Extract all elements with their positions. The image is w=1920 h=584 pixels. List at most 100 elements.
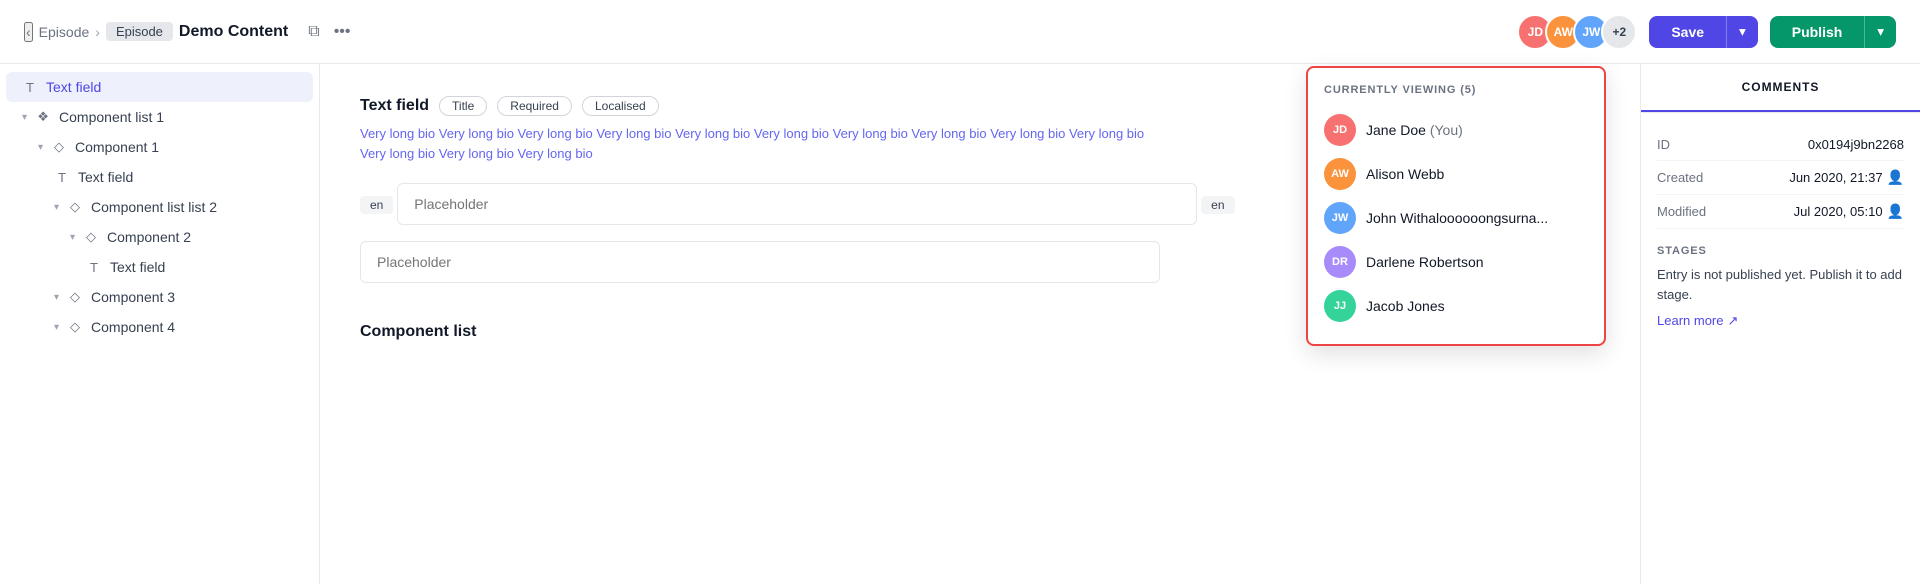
- info-label-created: Created: [1657, 170, 1703, 185]
- publish-button[interactable]: Publish: [1770, 16, 1865, 48]
- info-value-id: 0x0194j9bn2268: [1808, 137, 1904, 152]
- viewing-item-3: JW John Withaloooooongsurna...: [1324, 196, 1588, 240]
- right-panel-content: ID 0x0194j9bn2268 Created Jun 2020, 21:3…: [1641, 113, 1920, 361]
- person-icon-created: 👤: [1887, 169, 1904, 186]
- viewing-avatar-2: AW: [1324, 158, 1356, 190]
- avatars-group: JD AW JW +2: [1517, 14, 1637, 50]
- component-list-icon: ❖: [35, 109, 51, 125]
- breadcrumb-current: Demo Content: [179, 23, 288, 41]
- text-input-2[interactable]: [360, 241, 1160, 283]
- sidebar-label-component-list-list-2: Component list list 2: [91, 199, 217, 215]
- viewing-avatar-4: DR: [1324, 246, 1356, 278]
- sidebar-item-component-4[interactable]: ▾ ◇ Component 4: [6, 312, 313, 342]
- sidebar-item-text-field-2[interactable]: T Text field: [6, 252, 313, 282]
- external-link-icon: ↗: [1727, 313, 1738, 329]
- breadcrumb-episode: Episode: [39, 24, 90, 40]
- right-panel-tabs: COMMENTS: [1641, 64, 1920, 113]
- viewing-name-1: Jane Doe (You): [1366, 122, 1463, 138]
- sidebar-item-component-2[interactable]: ▾ ◇ Component 2: [6, 222, 313, 252]
- viewing-name-5: Jacob Jones: [1366, 298, 1445, 314]
- breadcrumb-tag[interactable]: Episode: [106, 22, 173, 41]
- badge-localised: Localised: [582, 96, 659, 116]
- sidebar-label-component-3: Component 3: [91, 289, 175, 305]
- breadcrumb: ‹ Episode › Episode Demo Content: [24, 22, 288, 42]
- info-label-id: ID: [1657, 137, 1670, 152]
- sidebar-label-component-list-1: Component list 1: [59, 109, 164, 125]
- field-title: Text field: [360, 97, 429, 115]
- component-4-icon: ◇: [67, 319, 83, 335]
- chevron-icon-5: ▾: [54, 292, 59, 303]
- info-value-modified: Jul 2020, 05:10 👤: [1794, 203, 1904, 220]
- info-row-created: Created Jun 2020, 21:37 👤: [1657, 161, 1904, 195]
- viewing-item-5: JJ Jacob Jones: [1324, 284, 1588, 328]
- copy-button[interactable]: ⧉: [306, 21, 321, 43]
- badge-required: Required: [497, 96, 572, 116]
- sidebar-item-component-list-1[interactable]: ▾ ❖ Component list 1: [6, 102, 313, 132]
- save-button[interactable]: Save: [1649, 16, 1726, 48]
- sidebar: T Text field ▾ ❖ Component list 1 ▾ ◇ Co…: [0, 64, 320, 584]
- sidebar-item-component-list-list-2[interactable]: ▾ ◇ Component list list 2: [6, 192, 313, 222]
- info-row-id: ID 0x0194j9bn2268: [1657, 129, 1904, 161]
- viewing-name-2: Alison Webb: [1366, 166, 1444, 182]
- avatar-count[interactable]: +2: [1601, 14, 1637, 50]
- info-row-modified: Modified Jul 2020, 05:10 👤: [1657, 195, 1904, 229]
- chevron-icon: ▾: [22, 112, 27, 123]
- sidebar-item-text-field-1[interactable]: T Text field: [6, 162, 313, 192]
- back-button[interactable]: ‹: [24, 22, 33, 42]
- text-icon-2: T: [86, 260, 102, 275]
- publish-button-group: Publish ▾: [1770, 16, 1896, 48]
- header-right: JD AW JW +2 CURRENTLY VIEWING (5) JD Jan…: [1517, 14, 1896, 50]
- save-dropdown-button[interactable]: ▾: [1726, 16, 1758, 48]
- viewing-item-2: AW Alison Webb: [1324, 152, 1588, 196]
- header-left: ‹ Episode › Episode Demo Content ⧉ •••: [24, 21, 353, 43]
- viewing-avatar-3: JW: [1324, 202, 1356, 234]
- more-button[interactable]: •••: [332, 21, 353, 43]
- info-label-modified: Modified: [1657, 204, 1706, 219]
- viewing-title: CURRENTLY VIEWING (5): [1324, 84, 1588, 96]
- field-description: Very long bio Very long bio Very long bi…: [360, 124, 1160, 163]
- save-button-group: Save ▾: [1649, 16, 1757, 48]
- lang-tag-2: en: [1201, 196, 1234, 214]
- person-icon-modified: 👤: [1887, 203, 1904, 220]
- chevron-icon-2: ▾: [38, 142, 43, 153]
- viewing-dropdown: CURRENTLY VIEWING (5) JD Jane Doe (You) …: [1306, 66, 1606, 346]
- component-1-icon: ◇: [51, 139, 67, 155]
- chevron-icon-3: ▾: [54, 202, 59, 213]
- sidebar-label-component-4: Component 4: [91, 319, 175, 335]
- viewing-name-4: Darlene Robertson: [1366, 254, 1484, 270]
- chevron-icon-6: ▾: [54, 322, 59, 333]
- sidebar-label-component-1: Component 1: [75, 139, 159, 155]
- stages-text: Entry is not published yet. Publish it t…: [1657, 265, 1904, 304]
- header: ‹ Episode › Episode Demo Content ⧉ ••• J…: [0, 0, 1920, 64]
- sidebar-item-text-field-root[interactable]: T Text field: [6, 72, 313, 102]
- sidebar-label-component-2: Component 2: [107, 229, 191, 245]
- viewing-item-4: DR Darlene Robertson: [1324, 240, 1588, 284]
- component-3-icon: ◇: [67, 289, 83, 305]
- stages-title: STAGES: [1657, 245, 1904, 257]
- tab-comments[interactable]: COMMENTS: [1641, 64, 1920, 112]
- sidebar-label-text-field-root: Text field: [46, 79, 101, 95]
- viewing-you-label: (You): [1430, 122, 1463, 138]
- publish-dropdown-button[interactable]: ▾: [1864, 16, 1896, 48]
- text-input-1[interactable]: [397, 183, 1197, 225]
- main-area: T Text field ▾ ❖ Component list 1 ▾ ◇ Co…: [0, 64, 1920, 584]
- stages-section: STAGES Entry is not published yet. Publi…: [1657, 229, 1904, 345]
- right-panel: COMMENTS ID 0x0194j9bn2268 Created Jun 2…: [1640, 64, 1920, 584]
- sidebar-label-text-field-2: Text field: [110, 259, 165, 275]
- header-icons: ⧉ •••: [306, 21, 352, 43]
- info-value-created: Jun 2020, 21:37 👤: [1789, 169, 1904, 186]
- viewing-item-1: JD Jane Doe (You): [1324, 108, 1588, 152]
- text-icon: T: [22, 80, 38, 95]
- component-2-icon: ◇: [83, 229, 99, 245]
- lang-tag-1: en: [360, 196, 393, 214]
- viewing-avatar-5: JJ: [1324, 290, 1356, 322]
- badge-title: Title: [439, 96, 487, 116]
- sidebar-item-component-3[interactable]: ▾ ◇ Component 3: [6, 282, 313, 312]
- chevron-icon-4: ▾: [70, 232, 75, 243]
- learn-more-link[interactable]: Learn more ↗: [1657, 313, 1738, 329]
- sidebar-item-component-1[interactable]: ▾ ◇ Component 1: [6, 132, 313, 162]
- breadcrumb-sep: ›: [95, 24, 100, 40]
- component-list-list-2-icon: ◇: [67, 199, 83, 215]
- text-icon-1: T: [54, 170, 70, 185]
- viewing-name-3: John Withaloooooongsurna...: [1366, 210, 1548, 226]
